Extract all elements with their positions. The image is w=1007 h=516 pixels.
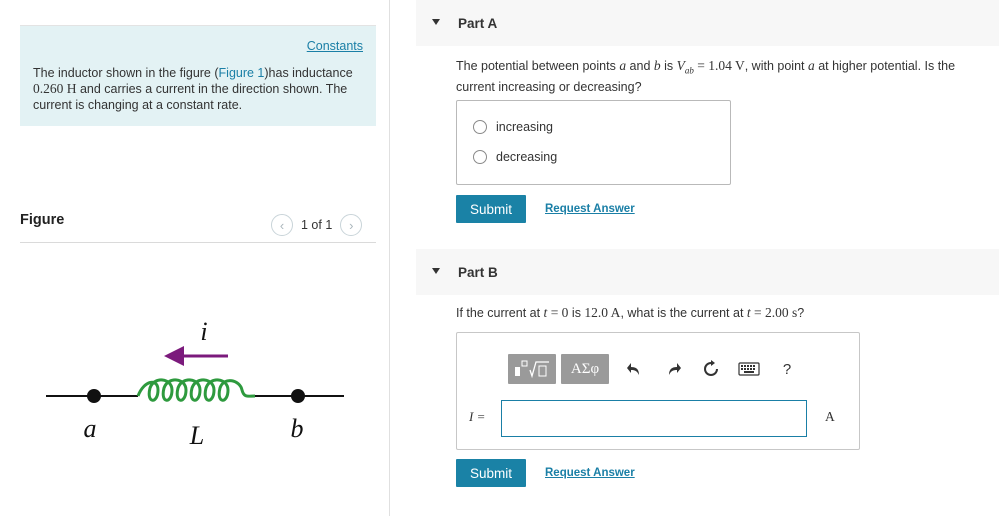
caret-down-icon (432, 19, 440, 25)
inductance-value: 0.260 H (33, 81, 77, 96)
q-a-var-a2: a (807, 58, 815, 73)
terminal-a (87, 389, 101, 403)
part-b-request-answer-link[interactable]: Request Answer (545, 467, 635, 479)
next-figure-button[interactable]: › (340, 214, 363, 236)
pager-text: 1 of 1 (301, 218, 333, 232)
redo-button[interactable] (663, 358, 685, 380)
part-a-title: Part A (458, 16, 498, 31)
radio-decreasing[interactable] (473, 150, 487, 164)
problem-text-part2: )has inductance (264, 66, 353, 80)
chevron-right-icon: › (349, 217, 354, 233)
part-a-choices: increasing decreasing (456, 100, 731, 185)
q-a-text3: is (660, 59, 677, 73)
q-a-value: = 1.04 V (693, 58, 745, 73)
panel-divider (389, 0, 390, 516)
label-inductor: L (189, 421, 204, 450)
part-a-submit-button[interactable]: Submit (456, 195, 526, 223)
answer-input[interactable] (501, 400, 807, 437)
problem-text: The inductor shown in the figure (Figure… (33, 65, 368, 113)
label-a: a (84, 414, 97, 443)
q-b-current: 12.0 A (584, 305, 621, 320)
caret-down-icon (432, 268, 440, 274)
q-a-sub: ab (684, 65, 694, 76)
label-current: i (200, 317, 207, 346)
figure-link[interactable]: Figure 1 (219, 66, 265, 80)
figure-pager: ‹ 1 of 1 › (271, 213, 363, 237)
chevron-left-icon: ‹ (279, 217, 285, 233)
part-a-header[interactable]: Part A (416, 0, 999, 46)
undo-button[interactable] (623, 358, 645, 380)
figure-title: Figure (20, 212, 65, 228)
constants-link[interactable]: Constants (307, 39, 363, 53)
q-b-text1: If the current at (456, 306, 544, 320)
part-a-question: The potential between points a and b is … (456, 58, 996, 95)
q-b-text4: ? (797, 306, 805, 320)
q-a-text1: The potential between points (456, 59, 620, 73)
q-b-eq2: = 2.00 s (750, 305, 798, 320)
choice-decreasing[interactable]: decreasing (473, 150, 557, 164)
redo-icon (669, 363, 681, 375)
radio-increasing[interactable] (473, 120, 487, 134)
part-b-title: Part B (458, 265, 498, 280)
reset-icon (704, 360, 718, 376)
math-toolbar: ΑΣφ ? (458, 334, 858, 390)
part-b-header[interactable]: Part B (416, 249, 999, 295)
help-button[interactable]: ? (776, 358, 798, 380)
q-b-text3: , what is the current at (620, 306, 747, 320)
templates-button[interactable] (508, 354, 556, 384)
part-b-submit-button[interactable]: Submit (456, 459, 526, 487)
part-b-question: If the current at t = 0 is 12.0 A, what … (456, 305, 996, 321)
q-a-var-v: V (676, 58, 685, 73)
inductor-figure: i a L b (46, 317, 344, 450)
choice-increasing-label: increasing (496, 120, 553, 134)
part-a-request-answer-link[interactable]: Request Answer (545, 203, 635, 215)
problem-statement-panel: Constants The inductor shown in the figu… (20, 26, 376, 126)
terminal-b (291, 389, 305, 403)
q-b-text2: is (568, 306, 585, 320)
inductor-coil (136, 378, 256, 402)
answer-input-label: I = (469, 409, 486, 424)
undo-icon (627, 363, 639, 375)
q-a-text4: , with point (744, 59, 808, 73)
reset-button[interactable] (700, 358, 722, 380)
q-b-eq1: = 0 (547, 305, 569, 320)
part-b-answer-box: ΑΣφ ? I = A (456, 332, 860, 450)
previous-figure-button[interactable]: ‹ (271, 214, 293, 236)
problem-text-part3: and carries a current in the direction s… (33, 82, 348, 112)
problem-text-part1: The inductor shown in the figure ( (33, 66, 219, 80)
q-a-text2: and (626, 59, 654, 73)
greek-symbols-button[interactable]: ΑΣφ (561, 354, 609, 384)
choice-increasing[interactable]: increasing (473, 120, 553, 134)
label-b: b (291, 414, 304, 443)
templates-icon (515, 360, 549, 379)
keyboard-icon (738, 362, 760, 376)
figure-divider (20, 242, 376, 243)
answer-unit: A (825, 409, 835, 424)
current-arrow-icon (164, 346, 184, 366)
choice-decreasing-label: decreasing (496, 150, 558, 164)
q-a-var-b: b (653, 58, 661, 73)
keyboard-button[interactable] (736, 358, 762, 380)
